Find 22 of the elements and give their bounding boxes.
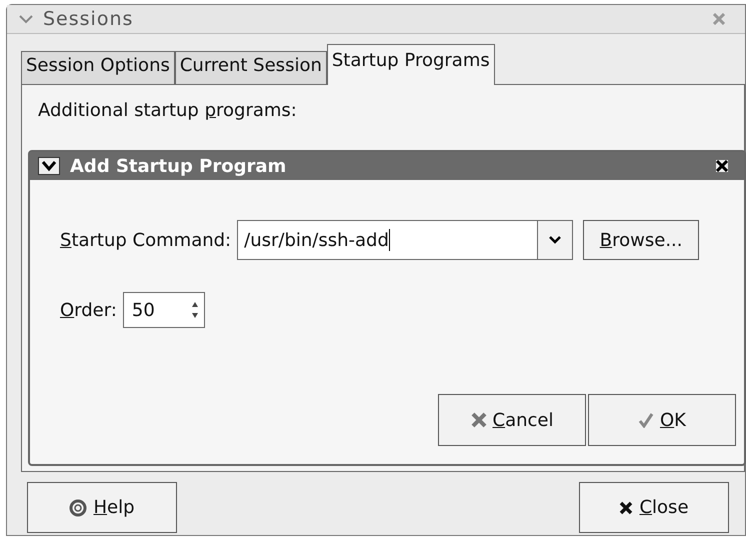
cancel-button[interactable]: Cancel (438, 394, 586, 446)
chevron-down-icon[interactable] (38, 157, 60, 175)
close-icon[interactable] (716, 160, 728, 172)
browse-button[interactable]: Browse... (583, 220, 700, 260)
checkmark-icon (638, 412, 654, 428)
close-button[interactable]: Close (579, 482, 729, 533)
tab[interactable]: Session Options (21, 51, 175, 84)
lifebuoy-icon (69, 498, 88, 516)
command-field[interactable]: /usr/bin/ssh-add (237, 220, 574, 260)
help-button[interactable]: Help (27, 482, 177, 533)
tab[interactable]: Startup Programs (326, 44, 495, 85)
window-title: Sessions (43, 8, 134, 30)
field-label: Order: (60, 300, 117, 320)
cross-icon (619, 500, 634, 514)
dialog-title: Add Startup Program (70, 156, 286, 176)
order-spin-field[interactable]: 50 (122, 292, 205, 328)
ok-button[interactable]: OK (588, 394, 736, 446)
chevron-down-icon[interactable] (549, 236, 562, 244)
cross-icon (470, 412, 486, 428)
list-label: Additional startup programs: (38, 100, 297, 121)
tab[interactable]: Current Session (174, 51, 327, 84)
field-label: Startup Command: (60, 230, 232, 250)
